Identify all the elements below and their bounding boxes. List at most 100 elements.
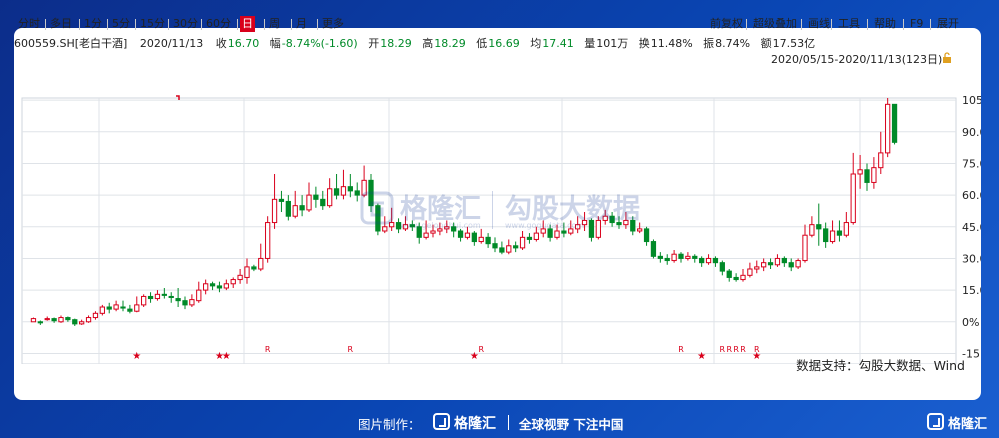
tool-button-0[interactable]: 前复权 <box>708 16 745 32</box>
candle-body <box>65 317 71 321</box>
candle-body <box>141 295 147 306</box>
period-tab-10[interactable]: 更多 <box>320 16 346 32</box>
footer-brand: 格隆汇 <box>454 416 496 432</box>
candle-body <box>244 266 250 278</box>
candle-body <box>299 205 305 211</box>
candle-body <box>285 200 291 217</box>
period-tab-9[interactable]: 月 <box>294 16 309 32</box>
tool-button-5[interactable]: F9 <box>908 16 925 32</box>
candle-body <box>643 228 650 243</box>
footer-made-by: 图片制作： <box>358 417 421 432</box>
tool-button-3[interactable]: 工具 <box>836 16 862 32</box>
r-marker: R <box>733 345 739 354</box>
star-marker: ★ <box>132 351 141 362</box>
amount-label: 额 <box>760 37 772 50</box>
candle-body <box>547 228 553 238</box>
footer-divider <box>508 415 509 430</box>
stock-code: 600559.SH[老白干酒] <box>14 37 128 50</box>
candle-body <box>705 257 712 264</box>
tool-button-1[interactable]: 超级叠加 <box>751 16 799 32</box>
change-label: 幅 <box>269 37 281 50</box>
candle-body <box>147 295 154 300</box>
y-tick-label: 75.00% <box>962 157 981 170</box>
high-label: 高 <box>422 37 434 50</box>
candle-body <box>795 260 801 268</box>
toolbar-separator <box>107 19 108 30</box>
amplitude-label: 振 <box>703 37 715 50</box>
toolbar-separator <box>45 19 46 30</box>
candle-body <box>189 299 195 306</box>
candle-body <box>499 247 505 253</box>
candle-body <box>650 241 657 257</box>
r-marker: R <box>720 345 726 354</box>
avg-value: 17.41 <box>542 37 574 50</box>
high-value: 18.29 <box>434 37 466 50</box>
candle-body <box>209 283 216 287</box>
candle-body <box>685 255 691 259</box>
candle-body <box>51 318 57 322</box>
candle-body <box>182 300 188 306</box>
y-tick-label: 0% <box>962 316 979 329</box>
watermark-divider <box>492 191 493 229</box>
candle-body <box>767 262 774 266</box>
open-label: 开 <box>368 37 380 50</box>
candle-body <box>79 321 85 325</box>
candle-body <box>699 257 705 264</box>
candle-body <box>327 188 333 207</box>
period-tab-1[interactable]: 多日 <box>48 16 74 32</box>
candle-body <box>347 186 353 192</box>
candle-body <box>106 306 112 310</box>
toolbar-separator <box>291 19 292 30</box>
period-tab-7[interactable]: 日 <box>240 16 255 32</box>
candle-body <box>492 243 498 249</box>
toolbar-separator <box>746 19 747 30</box>
candle-body <box>196 289 202 302</box>
tool-button-4[interactable]: 帮助 <box>872 16 898 32</box>
star-marker: ★ <box>697 351 706 362</box>
candle-body <box>809 224 815 236</box>
candle-body <box>333 188 340 196</box>
period-tab-6[interactable]: 60分 <box>204 16 233 32</box>
candle-body <box>120 306 126 309</box>
turnover-value: 11.48% <box>650 37 693 50</box>
period-tab-3[interactable]: 5分 <box>110 16 132 32</box>
candle-body <box>258 257 264 270</box>
period-tab-5[interactable]: 30分 <box>171 16 200 32</box>
candle-body <box>30 318 37 323</box>
y-tick-label: 30.00% <box>962 252 981 265</box>
star-marker: ★ <box>752 351 761 362</box>
candle-body <box>816 224 822 230</box>
candle-body <box>168 295 174 298</box>
lock-icon[interactable] <box>942 52 952 63</box>
candle-body <box>58 317 64 323</box>
r-marker: R <box>678 345 684 354</box>
period-tab-4[interactable]: 15分 <box>138 16 167 32</box>
y-tick-label: 15.00% <box>962 284 981 297</box>
candle-body <box>430 230 436 234</box>
candle-body <box>754 266 760 270</box>
period-tab-2[interactable]: 1分 <box>82 16 104 32</box>
watermark-partner-url: www.gogudata.com <box>505 221 585 230</box>
data-source: 数据支持：勾股大数据、Wind <box>796 358 965 373</box>
footer-brand-right: 格隆汇 <box>948 417 988 432</box>
candle-body <box>864 169 870 183</box>
period-tab-0[interactable]: 分时 <box>16 16 42 32</box>
candle-body <box>175 298 181 302</box>
candle-body <box>726 270 732 278</box>
footer-logo-icon <box>433 413 450 430</box>
tool-button-2[interactable]: 画线 <box>806 16 832 32</box>
r-marker: R <box>265 345 271 354</box>
quote-info-bar: 600559.SH[老白干酒] 2020/11/13 收16.70 幅-8.74… <box>14 35 959 50</box>
candle-body <box>478 236 484 243</box>
candle-body <box>457 230 464 238</box>
candle-body <box>278 198 285 202</box>
r-marker: R <box>478 345 484 354</box>
candle-body <box>134 304 140 312</box>
candle-body <box>712 257 719 264</box>
tool-button-6[interactable]: 展开 <box>935 16 961 32</box>
candle-body <box>637 228 643 232</box>
period-tab-8[interactable]: 周 <box>267 16 282 32</box>
candle-body <box>382 226 388 232</box>
candle-body <box>533 232 539 240</box>
candle-body <box>843 222 849 236</box>
